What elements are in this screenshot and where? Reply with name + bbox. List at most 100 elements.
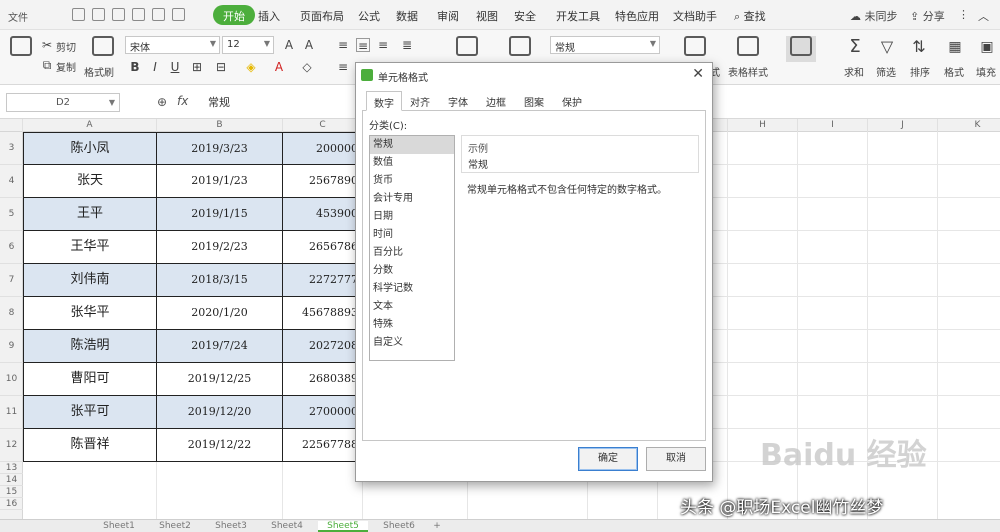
row-header[interactable]: 12 [0, 429, 23, 462]
fx-icon[interactable]: fx [177, 94, 188, 108]
increase-font-icon[interactable]: A [282, 38, 296, 52]
row-header[interactable]: 8 [0, 297, 23, 330]
column-header[interactable]: I [798, 119, 868, 132]
align-top-icon[interactable]: ≡ [336, 38, 350, 52]
cancel-button[interactable]: 取消 [646, 447, 706, 471]
column-header[interactable]: B [157, 119, 283, 132]
row-header[interactable]: 9 [0, 330, 23, 363]
row-header[interactable]: 7 [0, 264, 23, 297]
italic-icon[interactable]: I [148, 60, 162, 74]
select-all-corner[interactable] [0, 119, 23, 132]
row-header[interactable]: 15 [0, 486, 23, 498]
table-cell-value[interactable]: 453900 [283, 198, 363, 231]
font-color-icon[interactable]: A [272, 60, 286, 74]
underline-icon[interactable]: U [168, 60, 182, 74]
paste-button[interactable] [6, 36, 36, 62]
share-button[interactable]: ⇪ 分享 [910, 8, 945, 24]
add-sheet-icon[interactable]: + [430, 521, 444, 532]
table-cell-date[interactable]: 2019/7/24 [157, 330, 283, 363]
category-item[interactable]: 时间 [370, 226, 454, 244]
ok-button[interactable]: 确定 [578, 447, 638, 471]
cut-icon[interactable]: ✂ [40, 38, 54, 52]
copy-label[interactable]: 复制 [56, 59, 76, 74]
category-item[interactable]: 货币 [370, 172, 454, 190]
table-cell-value[interactable]: 200000 [283, 133, 363, 165]
sheet-tab[interactable]: Sheet4 [262, 521, 312, 532]
cut-label[interactable]: 剪切 [56, 39, 76, 54]
category-item[interactable]: 自定义 [370, 334, 454, 352]
category-item[interactable]: 特殊 [370, 316, 454, 334]
sync-status[interactable]: ☁ 未同步 [850, 8, 898, 24]
table-cell-value[interactable]: 22567788 [283, 429, 363, 462]
align-bottom-icon[interactable]: ≡ [376, 38, 390, 52]
category-item[interactable]: 科学记数 [370, 280, 454, 298]
table-cell-date[interactable]: 2019/12/20 [157, 396, 283, 429]
tab-font[interactable]: 字体 [448, 94, 468, 109]
number-format-select[interactable]: 常规 ▼ [550, 36, 660, 54]
column-header[interactable]: J [868, 119, 938, 132]
tab-pattern[interactable]: 图案 [524, 94, 544, 109]
table-cell-value[interactable]: 2027208 [283, 330, 363, 363]
more-icon[interactable] [172, 8, 185, 21]
merge-icon[interactable]: ⊟ [214, 60, 228, 74]
row-header[interactable]: 4 [0, 165, 23, 198]
tab-border[interactable]: 边框 [486, 94, 506, 109]
align-left-icon[interactable]: ≡ [336, 60, 350, 74]
zoom-icon[interactable]: ⊕ [157, 95, 167, 109]
auto-wrap-button[interactable] [505, 36, 535, 62]
sum-icon[interactable]: Σ [848, 38, 862, 56]
filter-icon[interactable]: ▽ [880, 39, 894, 55]
name-box[interactable]: D2 ▼ [6, 93, 120, 112]
table-cell-value[interactable]: 2700000 [283, 396, 363, 429]
print-icon[interactable] [92, 8, 105, 21]
tab-page-layout[interactable]: 页面布局 [300, 8, 344, 24]
sheet-tab[interactable]: Sheet1 [94, 521, 144, 532]
table-cell-name[interactable]: 刘伟南 [23, 264, 157, 297]
table-cell-name[interactable]: 张华平 [23, 297, 157, 330]
table-cell-name[interactable]: 王平 [23, 198, 157, 231]
table-cell-name[interactable]: 张天 [23, 165, 157, 198]
clear-format-icon[interactable]: ◇ [300, 60, 314, 74]
copy-icon[interactable]: ⧉ [40, 58, 54, 72]
redo-icon[interactable] [152, 8, 165, 21]
file-menu[interactable]: 文件 [8, 9, 28, 24]
row-header[interactable]: 16 [0, 498, 23, 510]
table-cell-value[interactable]: 2656786 [283, 231, 363, 264]
more-menu-icon[interactable]: ⋮ [958, 8, 969, 21]
table-cell-date[interactable]: 2019/1/23 [157, 165, 283, 198]
tab-home[interactable]: 开始 [213, 5, 255, 25]
column-header[interactable]: A [23, 119, 157, 132]
category-item[interactable]: 分数 [370, 262, 454, 280]
conditional-format-button[interactable] [680, 36, 710, 62]
tab-features[interactable]: 特色应用 [615, 8, 659, 24]
category-item[interactable]: 日期 [370, 208, 454, 226]
table-cell-date[interactable]: 2019/2/23 [157, 231, 283, 264]
save-icon[interactable] [72, 8, 85, 21]
tab-doc-assistant[interactable]: 文档助手 [673, 8, 717, 24]
tab-number[interactable]: 数字 [366, 91, 402, 111]
table-cell-date[interactable]: 2019/12/22 [157, 429, 283, 462]
category-item[interactable]: 文本 [370, 298, 454, 316]
sheet-tab[interactable]: Sheet5 [318, 521, 368, 532]
align-middle-icon[interactable]: ≡ [356, 38, 370, 53]
table-cell-date[interactable]: 2018/3/15 [157, 264, 283, 297]
tab-review[interactable]: 审阅 [437, 8, 459, 24]
table-cell-date[interactable]: 2019/3/23 [157, 133, 283, 165]
font-size-select[interactable]: 12 ▼ [222, 36, 274, 54]
table-cell-name[interactable]: 陈小凤 [23, 133, 157, 165]
table-cell-name[interactable]: 王华平 [23, 231, 157, 264]
collapse-ribbon-icon[interactable]: ︿ [978, 8, 989, 24]
category-item[interactable]: 百分比 [370, 244, 454, 262]
tab-data[interactable]: 数据 [396, 8, 418, 24]
table-cell-date[interactable]: 2019/12/25 [157, 363, 283, 396]
print-preview-icon[interactable] [112, 8, 125, 21]
tab-formulas[interactable]: 公式 [358, 8, 380, 24]
table-cell-name[interactable]: 张平可 [23, 396, 157, 429]
wrap-text-icon[interactable]: ≣ [400, 38, 414, 52]
tab-insert[interactable]: 插入 [258, 8, 280, 24]
table-cell-date[interactable]: 2019/1/15 [157, 198, 283, 231]
table-cell-value[interactable]: 2680389 [283, 363, 363, 396]
tab-view[interactable]: 视图 [476, 8, 498, 24]
decrease-font-icon[interactable]: A [302, 38, 316, 52]
row-header[interactable]: 5 [0, 198, 23, 231]
